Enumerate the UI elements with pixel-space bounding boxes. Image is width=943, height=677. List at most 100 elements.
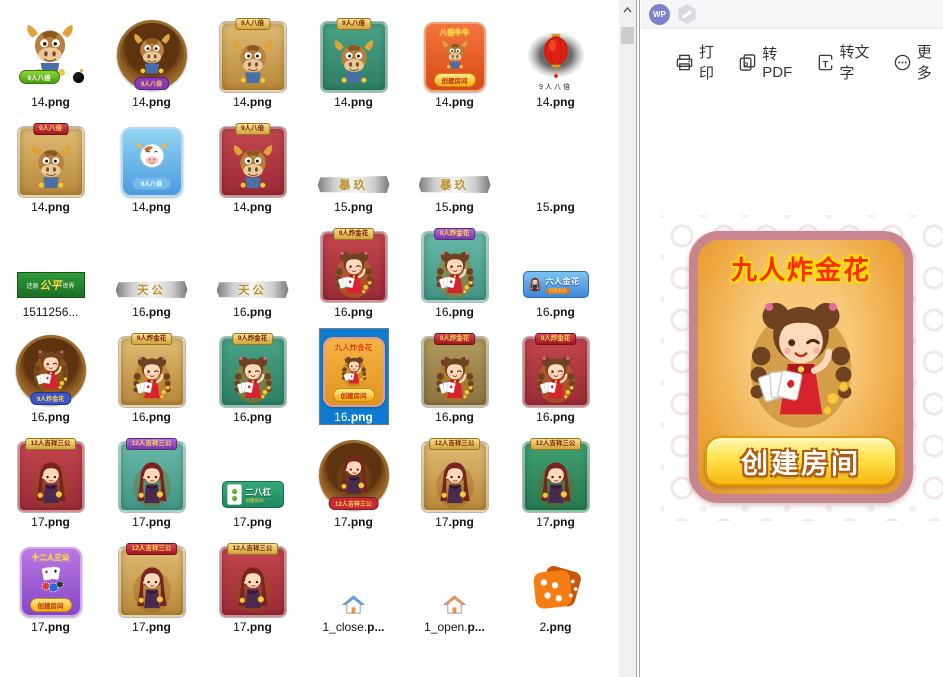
file-name: 1511256... <box>23 305 79 319</box>
scroll-up-arrow[interactable] <box>619 2 636 17</box>
file-name: 16.png <box>536 410 575 424</box>
file-thumbnail: 还原公平世界 <box>17 226 85 302</box>
file-item[interactable]: 九人炸金花 创建房间16.png <box>303 320 404 425</box>
file-item[interactable]: 9人炸金花 16.png <box>101 320 202 425</box>
file-item[interactable]: 9人八倍 14.png <box>202 110 303 215</box>
file-item[interactable]: 12人吉祥三公 17.png <box>101 530 202 635</box>
file-item[interactable]: 9人炸金花 16.png <box>404 320 505 425</box>
file-item[interactable]: 1_close.p... <box>303 530 404 635</box>
file-thumbnail: 9人炸金花 <box>523 331 589 407</box>
file-thumbnail: 天公 <box>116 226 188 302</box>
file-item[interactable]: 八倍牛牛 创建房间 14.png <box>404 5 505 110</box>
file-name: 16.png <box>233 410 272 424</box>
file-thumbnail: 9人八倍 <box>523 16 589 92</box>
file-thumbnail: 六人金花创建房间 <box>523 226 589 302</box>
file-item[interactable]: 天公 16.png <box>202 215 303 320</box>
file-item[interactable]: 12人吉祥三公 17.png <box>303 425 404 530</box>
file-item[interactable]: 9人炸金花 16.png <box>202 320 303 425</box>
file-name: 14.png <box>31 95 70 109</box>
file-thumbnail: 9人八倍 <box>121 121 183 197</box>
file-name: 17.png <box>132 620 171 634</box>
file-item[interactable]: 二八杠创建房间 17.png <box>202 425 303 530</box>
file-thumbnail <box>342 541 365 617</box>
preview-image: 九人炸金花 创建房间 <box>689 231 913 503</box>
file-thumbnail: 9人八倍 <box>18 121 84 197</box>
file-grid: 9人八倍 14.png 9人八倍 14.png 9人八倍 14.png 9人八倍 1… <box>0 0 619 635</box>
app-window: 9人八倍 14.png 9人八倍 14.png 9人八倍 14.png 9人八倍 1… <box>0 0 943 677</box>
preview-area: 九人炸金花 创建房间 <box>661 215 943 521</box>
file-name: 14.png <box>132 200 171 214</box>
file-item[interactable]: 9人炸金花 16.png <box>505 320 606 425</box>
file-thumbnail: 八倍牛牛 创建房间 <box>424 16 486 92</box>
file-item[interactable]: 9人八倍 14.png <box>303 5 404 110</box>
toolbar-to-pdf-button[interactable]: P转PDF <box>738 43 802 81</box>
file-item[interactable]: 六人金花创建房间 16.png <box>505 215 606 320</box>
wps-badge[interactable]: WP <box>649 4 670 25</box>
file-item[interactable]: 9人八倍 14.png <box>202 5 303 110</box>
file-item[interactable]: 2.png <box>505 530 606 635</box>
toolbar-button-label: 转文字 <box>840 41 880 83</box>
file-item[interactable]: 暴玖15.png <box>303 110 404 215</box>
file-name: 16.png <box>334 410 373 424</box>
file-name: 17.png <box>435 515 474 529</box>
file-thumbnail: 天公 <box>217 226 289 302</box>
file-item[interactable]: 12人吉祥三公 17.png <box>202 530 303 635</box>
file-thumbnail <box>443 541 466 617</box>
toolbar-more-button[interactable]: 更多 <box>893 41 943 83</box>
file-item[interactable]: 9人八倍14.png <box>101 5 202 110</box>
file-thumbnail: 9人炸金花 <box>422 331 488 407</box>
file-item[interactable]: 还原公平世界 1511256... <box>0 215 101 320</box>
file-thumbnail: 暴玖 <box>419 121 491 197</box>
left-pane-scrollbar[interactable] <box>619 0 636 677</box>
file-item[interactable]: 1_open.p... <box>404 530 505 635</box>
file-item[interactable]: 暴玖15.png <box>404 110 505 215</box>
file-thumbnail: 9人八倍 <box>16 16 86 92</box>
file-item[interactable]: 天公 16.png <box>101 215 202 320</box>
file-item[interactable]: 12人吉祥三公 17.png <box>404 425 505 530</box>
file-item[interactable]: 9人八倍 14.png <box>0 110 101 215</box>
file-name: 14.png <box>435 95 474 109</box>
file-name: 15.png <box>536 200 575 214</box>
toolbar-print-button[interactable]: 打印 <box>675 41 725 83</box>
scrollbar-thumb[interactable] <box>621 27 634 44</box>
file-name: 1_close.p... <box>322 620 384 634</box>
file-thumbnail <box>525 121 587 197</box>
file-list-pane: 9人八倍 14.png 9人八倍 14.png 9人八倍 14.png 9人八倍 1… <box>0 0 619 677</box>
file-item[interactable]: 9人八倍 14.png <box>505 5 606 110</box>
file-name: 17.png <box>31 515 70 529</box>
file-name: 16.png <box>233 305 272 319</box>
preview-game-title: 九人炸金花 <box>731 250 871 287</box>
file-name: 17.png <box>233 515 272 529</box>
file-name: 14.png <box>233 95 272 109</box>
toolbar-to-text-button[interactable]: T 转文字 <box>816 41 880 83</box>
file-name: 16.png <box>132 305 171 319</box>
file-item[interactable]: 9人八倍 14.png <box>101 110 202 215</box>
more-icon <box>893 53 912 72</box>
file-name: 17.png <box>334 515 373 529</box>
file-thumbnail: 12人吉祥三公 <box>319 436 389 512</box>
toolbar-button-label: 转PDF <box>762 43 802 81</box>
file-item[interactable]: 9人炸金花 16.png <box>404 215 505 320</box>
file-name: 16.png <box>435 410 474 424</box>
to-text-icon: T <box>816 53 835 72</box>
print-icon <box>675 53 694 72</box>
file-thumbnail: 9人炸金花 <box>422 226 488 302</box>
file-item[interactable]: 15.png <box>505 110 606 215</box>
pane-splitter[interactable] <box>636 0 640 677</box>
file-item[interactable]: 9人炸金花16.png <box>0 320 101 425</box>
file-thumbnail: 二八杠创建房间 <box>222 436 284 512</box>
wps-floating-bar: WP <box>641 0 943 29</box>
file-thumbnail: 9人炸金花 <box>119 331 185 407</box>
file-thumbnail: 9人八倍 <box>220 121 286 197</box>
file-item[interactable]: 9人炸金花 16.png <box>303 215 404 320</box>
file-item[interactable]: 12人吉祥三公 17.png <box>101 425 202 530</box>
wps-s-icon[interactable] <box>677 4 697 24</box>
file-item[interactable]: 9人八倍 14.png <box>0 5 101 110</box>
file-item[interactable]: 十二人三公 创建房间17.png <box>0 530 101 635</box>
file-thumbnail: 9人炸金花 <box>220 331 286 407</box>
file-item[interactable]: 12人吉祥三公 17.png <box>0 425 101 530</box>
file-name: 16.png <box>536 305 575 319</box>
file-name: 17.png <box>233 620 272 634</box>
file-item[interactable]: 12人吉祥三公 17.png <box>505 425 606 530</box>
file-name: 14.png <box>536 95 575 109</box>
